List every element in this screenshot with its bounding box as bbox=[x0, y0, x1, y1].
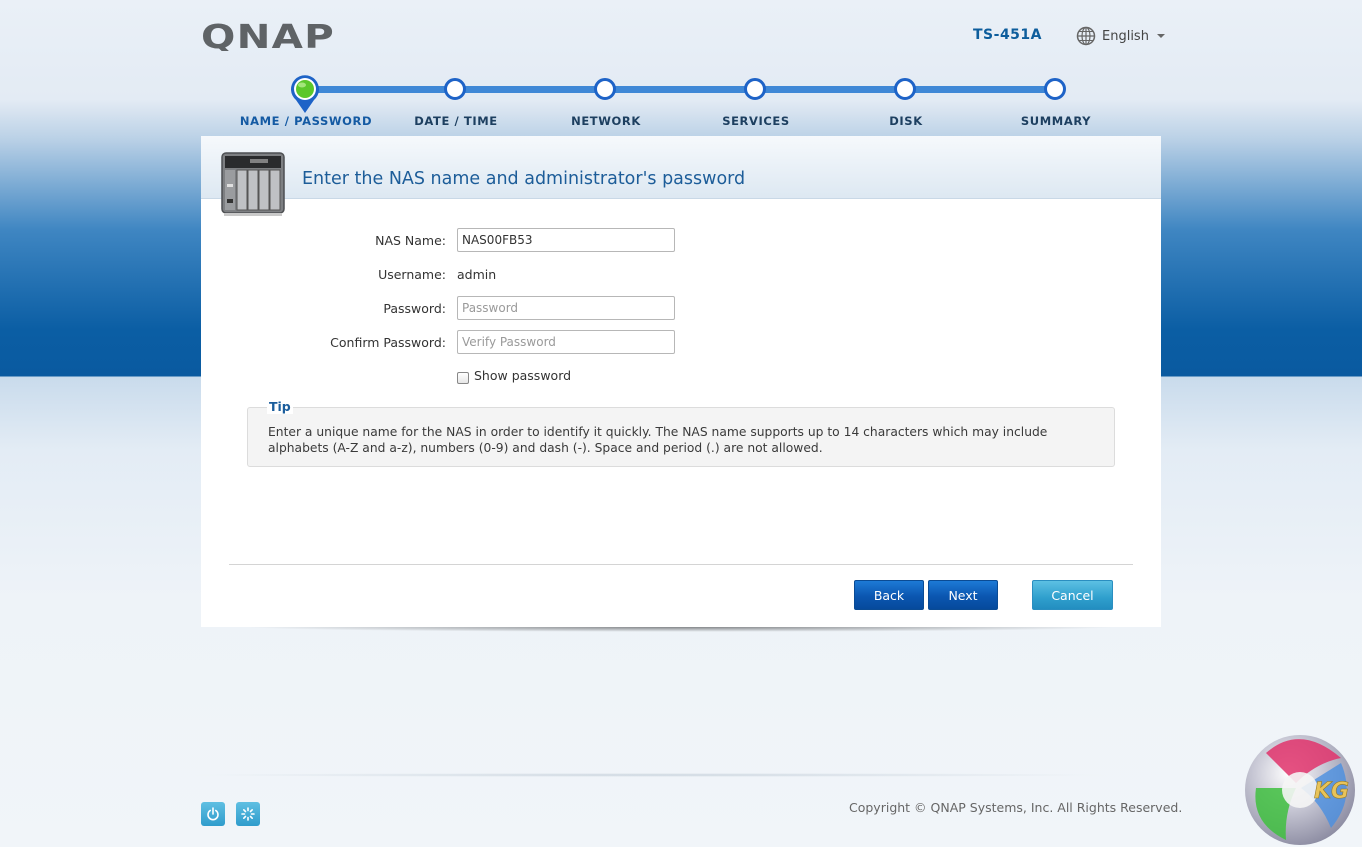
step-services: SERVICES bbox=[722, 114, 790, 128]
step-dot-network bbox=[594, 78, 616, 100]
show-password-label[interactable]: Show password bbox=[474, 368, 571, 383]
step-dot-date-time bbox=[444, 78, 466, 100]
step-dot-services bbox=[744, 78, 766, 100]
tip-title: Tip bbox=[267, 399, 293, 414]
copyright-text: Copyright © QNAP Systems, Inc. All Right… bbox=[849, 800, 1183, 815]
restart-button[interactable] bbox=[236, 802, 260, 826]
chevron-down-icon bbox=[1156, 34, 1165, 38]
next-button[interactable]: Next bbox=[928, 580, 998, 610]
show-password-checkbox[interactable] bbox=[457, 372, 469, 384]
nas-device-icon bbox=[221, 152, 285, 216]
panel-title: Enter the NAS name and administrator's p… bbox=[302, 169, 746, 189]
qnap-logo: QNAP bbox=[201, 21, 335, 51]
step-dot-disk bbox=[894, 78, 916, 100]
username-value: admin bbox=[457, 267, 497, 282]
step-network: NETWORK bbox=[571, 114, 641, 128]
nas-name-input[interactable] bbox=[457, 228, 675, 252]
kg-watermark-logo: KG bbox=[1245, 735, 1355, 845]
step-dot-summary bbox=[1044, 78, 1066, 100]
password-input[interactable] bbox=[457, 296, 675, 320]
step-summary: SUMMARY bbox=[1020, 114, 1092, 128]
loading-icon bbox=[241, 807, 255, 821]
language-label: English bbox=[1102, 28, 1149, 44]
power-icon bbox=[207, 807, 219, 821]
language-selector[interactable]: English bbox=[1076, 26, 1165, 46]
password-label: Password: bbox=[383, 301, 446, 316]
footer-divider bbox=[229, 564, 1133, 565]
panel-header bbox=[201, 136, 1161, 199]
current-step-marker-icon bbox=[291, 75, 319, 113]
confirm-password-input[interactable] bbox=[457, 330, 675, 354]
model-name: TS-451A bbox=[973, 27, 1043, 43]
step-date-time: DATE / TIME bbox=[414, 114, 498, 128]
tip-text: Enter a unique name for the NAS in order… bbox=[268, 425, 1048, 455]
step-name-password: NAME / PASSWORD bbox=[239, 114, 373, 128]
svg-text:QNAP: QNAP bbox=[201, 21, 335, 51]
power-button[interactable] bbox=[201, 802, 225, 826]
cancel-button[interactable]: Cancel bbox=[1032, 580, 1113, 610]
back-button[interactable]: Back bbox=[854, 580, 924, 610]
watermark-text: KG bbox=[1314, 779, 1349, 804]
progress-line bbox=[305, 86, 1055, 93]
globe-icon bbox=[1076, 26, 1096, 46]
step-disk: DISK bbox=[889, 114, 923, 128]
username-label: Username: bbox=[378, 267, 446, 282]
confirm-password-label: Confirm Password: bbox=[330, 335, 446, 350]
footer-separator bbox=[185, 773, 1115, 777]
nas-name-label: NAS Name: bbox=[375, 233, 446, 248]
wizard-panel: Enter the NAS name and administrator's p… bbox=[201, 136, 1161, 627]
